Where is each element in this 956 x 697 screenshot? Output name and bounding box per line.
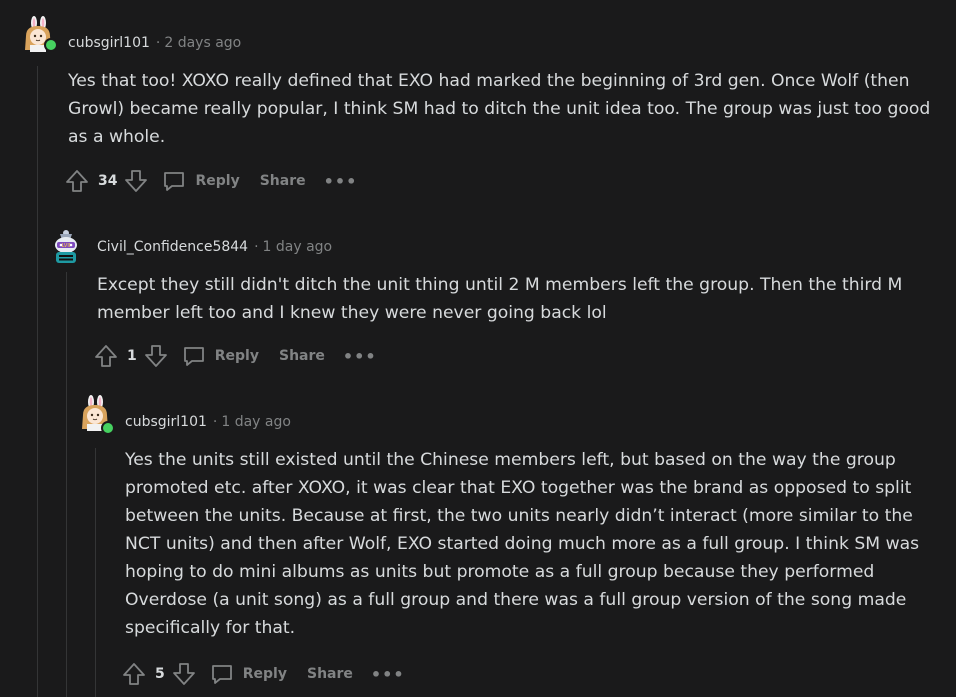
reply-button[interactable]: Reply xyxy=(161,168,240,194)
reply-label: Reply xyxy=(195,173,240,189)
share-button[interactable]: Share xyxy=(279,348,325,364)
vote-count: 5 xyxy=(155,666,165,682)
reply-button[interactable]: Reply xyxy=(209,661,287,687)
comment-bubble-icon xyxy=(211,665,232,684)
online-status-icon xyxy=(101,421,115,435)
downvote-icon[interactable] xyxy=(143,343,169,369)
upvote-icon[interactable] xyxy=(121,661,147,687)
comment-time[interactable]: 1 day ago xyxy=(221,414,291,430)
vote-count: 1 xyxy=(127,348,137,364)
comment-body: Yes the units still existed until the Ch… xyxy=(125,450,920,638)
share-button[interactable]: Share xyxy=(307,666,353,682)
thread-line[interactable] xyxy=(66,272,67,697)
upvote-icon[interactable] xyxy=(64,168,90,194)
comment-actions: 5 Reply Share ••• xyxy=(121,660,405,688)
comment-author[interactable]: cubsgirl101 xyxy=(68,35,150,51)
upvote-icon[interactable] xyxy=(93,343,119,369)
comment-bubble-icon xyxy=(183,347,204,366)
avatar[interactable] xyxy=(20,16,58,52)
comment-meta: cubsgirl101 · 2 days ago xyxy=(68,33,241,53)
comment-time[interactable]: 1 day ago xyxy=(263,239,333,255)
more-options-icon[interactable]: ••• xyxy=(343,347,377,366)
share-button[interactable]: Share xyxy=(260,173,306,189)
more-options-icon[interactable]: ••• xyxy=(371,665,405,684)
thread-line[interactable] xyxy=(95,448,96,697)
comment-meta: Civil_Confidence5844 · 1 day ago xyxy=(97,237,332,257)
avatar[interactable] xyxy=(77,395,115,435)
comment-meta: cubsgirl101 · 1 day ago xyxy=(125,412,291,432)
comment-author[interactable]: cubsgirl101 xyxy=(125,414,207,430)
separator-dot: · xyxy=(212,414,218,430)
comment-actions: 34 Reply Share ••• xyxy=(64,167,357,195)
snoo-avatar-icon: LVII xyxy=(55,230,77,263)
comment-author[interactable]: Civil_Confidence5844 xyxy=(97,239,248,255)
online-status-icon xyxy=(44,38,58,52)
reply-label: Reply xyxy=(242,666,287,682)
comment-body: Except they still didn't ditch the unit … xyxy=(97,275,903,323)
thread-line[interactable] xyxy=(37,66,38,697)
avatar[interactable]: LVII xyxy=(48,228,84,264)
comment-actions: 1 Reply Share ••• xyxy=(93,342,377,370)
downvote-icon[interactable] xyxy=(123,168,149,194)
separator-dot: · xyxy=(155,35,161,51)
reply-button[interactable]: Reply xyxy=(181,343,259,369)
vote-count: 34 xyxy=(98,173,118,189)
svg-text:LVII: LVII xyxy=(62,243,71,249)
comment-body: Yes that too! XOXO really defined that E… xyxy=(68,71,931,147)
more-options-icon[interactable]: ••• xyxy=(324,172,358,191)
reply-label: Reply xyxy=(214,348,259,364)
comment-time[interactable]: 2 days ago xyxy=(164,35,241,51)
separator-dot: · xyxy=(254,239,259,255)
downvote-icon[interactable] xyxy=(171,661,197,687)
comment-bubble-icon xyxy=(164,172,185,191)
